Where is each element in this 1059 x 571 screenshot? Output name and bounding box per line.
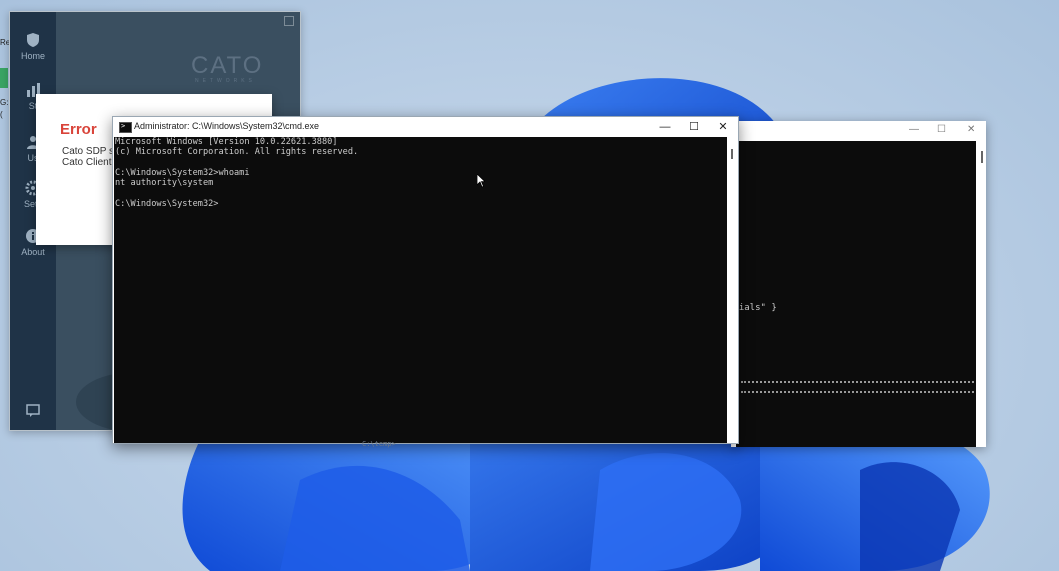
error-title: Error — [60, 121, 97, 138]
minimize-button[interactable]: — — [651, 118, 679, 136]
console-line: C:\Windows\System32>whoami — [115, 168, 250, 178]
maximize-button[interactable]: ☐ — [937, 124, 946, 135]
nav-home[interactable]: Home — [10, 32, 56, 61]
divider-dots — [741, 391, 974, 393]
minimize-button[interactable]: — — [909, 124, 919, 135]
console-line: Microsoft Windows [Version 10.0.22621.38… — [115, 137, 338, 147]
shield-icon — [27, 33, 39, 47]
cmd-window-title: Administrator: C:\Windows\System32\cmd.e… — [134, 121, 320, 131]
nav-label: About — [21, 247, 45, 257]
cmd-window[interactable]: Administrator: C:\Windows\System32\cmd.e… — [112, 116, 739, 444]
desktop-app-icon[interactable] — [0, 68, 8, 88]
cato-minimize-button[interactable] — [284, 16, 294, 26]
scrollbar-thumb[interactable] — [981, 151, 983, 163]
cato-logo-sub: NETWORKS — [195, 78, 256, 84]
scrollbar-thumb[interactable] — [731, 149, 733, 159]
chat-icon — [26, 404, 40, 417]
close-button[interactable]: ✕ — [709, 118, 737, 136]
divider-dots — [741, 381, 974, 383]
cmd-titlebar[interactable]: Administrator: C:\Windows\System32\cmd.e… — [113, 117, 738, 137]
close-button[interactable]: ✕ — [967, 124, 975, 135]
cato-logo: CATO — [191, 52, 264, 79]
cmd-console-area[interactable]: Microsoft Windows [Version 10.0.22621.38… — [114, 137, 727, 443]
cmd-scrollbar[interactable] — [727, 137, 738, 443]
console-prompt: C:\Windows\System32> — [115, 199, 219, 209]
console-line: (c) Microsoft Corporation. All rights re… — [115, 147, 359, 157]
mouse-cursor-icon — [477, 174, 485, 188]
console-text-fragment: C:\temp> — [362, 440, 396, 448]
background-console-window[interactable]: — ☐ ✕ ntials" } — [731, 121, 986, 447]
desktop-icon-label[interactable]: G: — [0, 98, 8, 107]
nav-label: Home — [20, 51, 45, 61]
console-client-area[interactable]: ntials" } — [736, 141, 976, 447]
console-icon — [119, 122, 132, 133]
error-message-line: Cato SDP se — [62, 146, 120, 157]
console-text-fragment: ntials" } — [736, 303, 777, 313]
desktop-icon-label[interactable]: Re — [0, 38, 10, 47]
desktop-icon-label: ( — [0, 110, 3, 119]
console-line: nt authority\system — [115, 178, 214, 188]
maximize-button[interactable]: ☐ — [680, 118, 708, 136]
nav-chat[interactable] — [10, 402, 56, 421]
